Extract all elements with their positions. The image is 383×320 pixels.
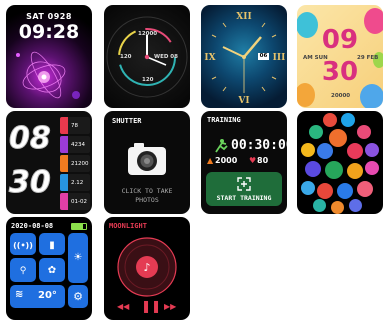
- steps-readout: 12000: [138, 31, 158, 37]
- temperature-value: 20°: [38, 290, 57, 301]
- start-icon: [237, 177, 251, 191]
- minute-display: 30: [9, 165, 52, 201]
- gear-icon: ⚙: [73, 290, 83, 303]
- svg-text:♪: ♪: [143, 261, 150, 274]
- watch-date: SAT 0928: [26, 12, 72, 21]
- stat-row-steps: 21200: [60, 155, 90, 172]
- app-bubble[interactable]: [331, 201, 344, 214]
- shutter-caption: CLICK TO TAKE PHOTOS: [121, 187, 173, 204]
- app-bubble[interactable]: [357, 181, 373, 197]
- calories-value: 2000: [215, 156, 238, 165]
- hour-display: 08: [9, 121, 52, 157]
- weather-tile[interactable]: ≋ 20°: [10, 285, 65, 308]
- training-timer: 00:30:00: [231, 138, 287, 153]
- brightness-slider[interactable]: ☀: [68, 233, 88, 283]
- app-bubble[interactable]: [323, 113, 337, 127]
- heart-icon: ♥: [249, 156, 257, 165]
- ampm-day: AM SUN: [303, 55, 328, 61]
- app-music-player[interactable]: MOONLIGHT ♪ ◀◀ ❚❚ ▶▶: [104, 217, 190, 320]
- heart-value: 80: [257, 156, 269, 165]
- app-bubble[interactable]: [357, 125, 371, 139]
- app-bubble[interactable]: [329, 129, 347, 147]
- phone-toggle[interactable]: ▮: [39, 233, 65, 255]
- watchface-analog-dark[interactable]: 12000 120 WED 08 120: [104, 5, 190, 108]
- app-bubble[interactable]: [325, 161, 343, 179]
- app-bubble[interactable]: [341, 113, 355, 127]
- app-bubble[interactable]: [349, 199, 362, 212]
- app-title: TRAINING: [207, 116, 241, 124]
- calendar-icon: [60, 193, 68, 210]
- app-bubble[interactable]: [305, 161, 321, 177]
- app-launcher-bubbles[interactable]: [297, 111, 383, 214]
- hour-display: 09: [321, 25, 359, 55]
- left-readout: 120: [120, 54, 132, 60]
- svg-text:IX: IX: [204, 53, 215, 63]
- watch-time: 09:28: [18, 21, 80, 43]
- app-bubble[interactable]: [337, 183, 353, 199]
- wind-icon: ≋: [15, 289, 24, 300]
- svg-text:VI: VI: [237, 96, 249, 106]
- heart-icon: [60, 117, 68, 134]
- date-label: 29 FEB: [357, 55, 379, 61]
- app-bubble[interactable]: [309, 125, 323, 139]
- reel-icon: ✿: [47, 265, 57, 276]
- sun-icon: ☀: [73, 252, 83, 263]
- heart-app-bubble[interactable]: [347, 143, 363, 159]
- app-bubble[interactable]: [317, 183, 333, 199]
- flame-icon: ▲: [207, 156, 214, 165]
- stat-row-calories: 4234: [60, 136, 90, 153]
- phone-icon: ▮: [49, 240, 55, 251]
- running-icon: [215, 139, 228, 153]
- watchface-analog-blue[interactable]: XII III VI IX 06: [201, 5, 287, 108]
- flame-icon: [60, 136, 68, 153]
- app-shutter[interactable]: SHUTTER CLICK TO TAKE PHOTOS: [104, 111, 190, 214]
- app-bubble[interactable]: [301, 143, 315, 157]
- date-window: 06: [258, 53, 269, 60]
- app-bubble[interactable]: [301, 181, 315, 195]
- flashlight-icon: ⚲: [19, 266, 27, 276]
- pause-button[interactable]: ❚❚: [141, 299, 161, 313]
- app-bubble[interactable]: [317, 143, 333, 159]
- minute-display: 30: [321, 57, 359, 87]
- svg-text:XII: XII: [236, 12, 251, 22]
- vibrate-toggle[interactable]: ((•)): [10, 233, 36, 255]
- distance-icon: [60, 174, 68, 191]
- flashlight-toggle[interactable]: ⚲: [10, 258, 36, 282]
- steps-label: 20000: [331, 93, 351, 99]
- battery-icon: [71, 223, 87, 230]
- start-training-button[interactable]: START TRAINING: [206, 172, 282, 206]
- app-training[interactable]: TRAINING 00:30:00 ▲ 2000 ♥ 80 START TRAI…: [201, 111, 287, 214]
- signal-icon: ((•)): [13, 241, 33, 250]
- app-bubble[interactable]: [313, 199, 326, 212]
- start-training-label: START TRAINING: [216, 194, 272, 202]
- stat-row-distance: 2.12: [60, 174, 90, 191]
- find-phone-toggle[interactable]: ✿: [39, 258, 65, 282]
- stat-row-date: 01-02: [60, 193, 90, 210]
- date-readout: WED 08: [154, 54, 178, 60]
- app-bubble[interactable]: [365, 143, 379, 157]
- app-bubble[interactable]: [347, 163, 363, 179]
- stat-row-heart: 78: [60, 117, 90, 134]
- stats-list: 78 4234 21200 2.12 01-02: [60, 117, 90, 212]
- steps-icon: [60, 155, 68, 172]
- quick-settings-panel[interactable]: 2020-08-08 ((•)) ▮ ☀ ⚲ ✿ ≋ 20° ⚙: [6, 217, 92, 320]
- watchface-balloons[interactable]: 09 30 AM SUN 29 FEB 20000: [297, 5, 383, 108]
- next-track-button[interactable]: ▶▶: [164, 302, 176, 311]
- svg-text:III: III: [273, 53, 286, 63]
- panel-date: 2020-08-08: [11, 222, 54, 230]
- app-bubble[interactable]: [365, 161, 379, 175]
- previous-track-button[interactable]: ◀◀: [117, 302, 129, 311]
- bottom-readout: 120: [142, 77, 154, 83]
- roman-dial-graphic: XII III VI IX: [204, 12, 286, 106]
- watchface-digital-galaxy[interactable]: SAT 0928 09:28: [6, 5, 92, 108]
- settings-button[interactable]: ⚙: [68, 285, 88, 308]
- watchface-sport[interactable]: 08 30 78 4234 21200 2.12 01-02: [6, 111, 92, 214]
